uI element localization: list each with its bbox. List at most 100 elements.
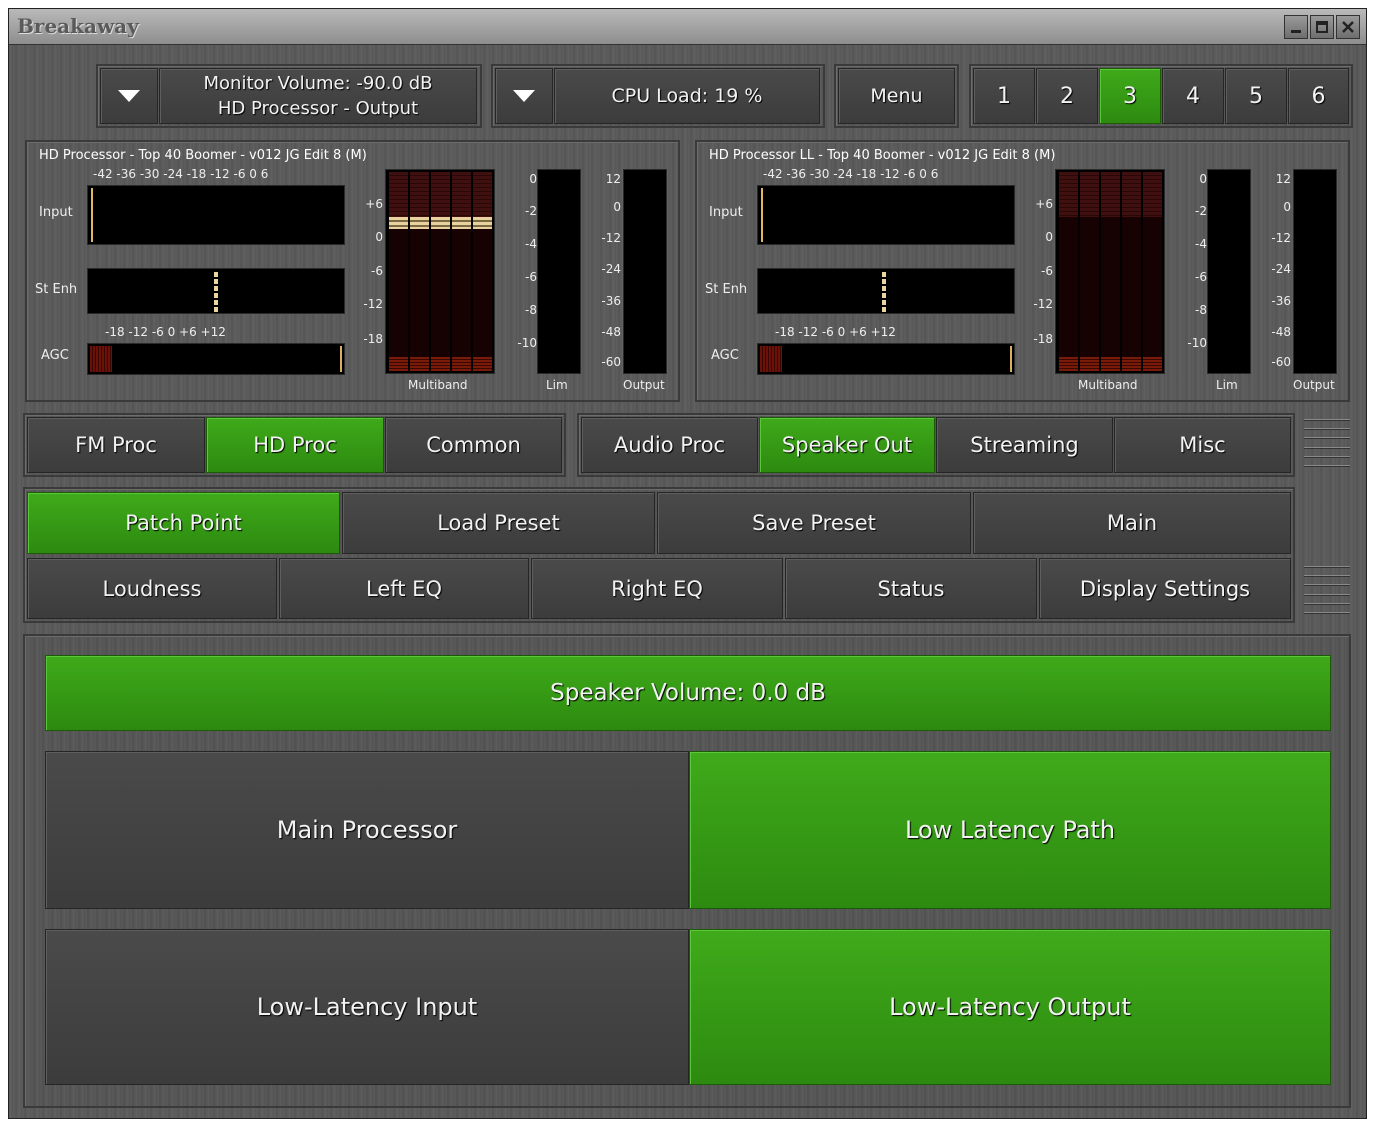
- out-tick: -60: [601, 355, 621, 369]
- speaker-volume-control[interactable]: Speaker Volume: 0.0 dB: [45, 655, 1331, 731]
- output-meter: [623, 169, 667, 374]
- out-tick: -36: [1271, 294, 1291, 308]
- minimize-icon: [1291, 30, 1301, 33]
- monitor-dropdown-button[interactable]: [100, 68, 158, 124]
- menu-button[interactable]: Menu: [838, 68, 955, 124]
- multiband-label: Multiband: [1078, 378, 1138, 392]
- agc-label: AGC: [711, 348, 739, 363]
- tab-streaming[interactable]: Streaming: [936, 417, 1113, 473]
- stenh-label: St Enh: [705, 282, 748, 297]
- limiter-meter: [1207, 169, 1251, 374]
- out-tick: -60: [1271, 355, 1291, 369]
- out-tick: 12: [605, 172, 621, 186]
- tab-common[interactable]: Common: [385, 417, 562, 473]
- output-meter: [1293, 169, 1337, 374]
- preset-button-6[interactable]: 6: [1288, 68, 1349, 124]
- maximize-button[interactable]: [1310, 15, 1334, 39]
- stenh-label: St Enh: [35, 282, 78, 297]
- subtab-load-preset[interactable]: Load Preset: [342, 492, 655, 554]
- monitor-volume-display[interactable]: Monitor Volume: -90.0 dB HD Processor - …: [159, 68, 477, 124]
- close-button[interactable]: [1336, 15, 1360, 39]
- agc-scale: -18 -12 -6 0 +6 +12: [105, 325, 226, 339]
- cpu-dropdown-button[interactable]: [495, 68, 553, 124]
- tab-hd-proc[interactable]: HD Proc: [206, 417, 384, 473]
- minimize-button[interactable]: [1284, 15, 1308, 39]
- multiband-label: Multiband: [408, 378, 468, 392]
- chevron-down-icon: [118, 90, 140, 102]
- out-tick: 0: [613, 200, 621, 214]
- out-tick: 12: [1275, 172, 1291, 186]
- out-tick: -48: [1271, 325, 1291, 339]
- agc-label: AGC: [41, 348, 69, 363]
- out-tick: 0: [1283, 200, 1291, 214]
- mb-tick: -18: [363, 332, 383, 346]
- close-icon: [1342, 21, 1354, 33]
- lim-tick: -2: [525, 204, 537, 218]
- monitor-volume-label: Monitor Volume: -90.0 dB: [203, 73, 433, 94]
- mb-tick: 0: [1045, 230, 1053, 244]
- mb-tick: -12: [1033, 297, 1053, 311]
- subtabs-scroll-grip[interactable]: [1304, 562, 1350, 618]
- tab-speaker-out[interactable]: Speaker Out: [759, 417, 935, 473]
- main-processor-button[interactable]: Main Processor: [45, 751, 689, 909]
- lim-label: Lim: [1216, 378, 1238, 392]
- out-tick: -48: [601, 325, 621, 339]
- mb-tick: 0: [375, 230, 383, 244]
- tab-audio-proc[interactable]: Audio Proc: [581, 417, 758, 473]
- mb-tick: +6: [1035, 197, 1053, 211]
- lim-label: Lim: [546, 378, 568, 392]
- multiband-meter: [1055, 169, 1165, 374]
- lim-tick: -10: [517, 336, 537, 350]
- lim-tick: 0: [1199, 172, 1207, 186]
- output-label: Output: [1293, 378, 1335, 392]
- chevron-down-icon: [513, 90, 535, 102]
- subtab-loudness[interactable]: Loudness: [27, 558, 277, 619]
- agc-scale: -18 -12 -6 0 +6 +12: [775, 325, 896, 339]
- subtab-display-settings[interactable]: Display Settings: [1039, 558, 1291, 619]
- limiter-meter: [537, 169, 581, 374]
- input-meter: [87, 185, 345, 245]
- preset-button-3[interactable]: 3: [1099, 68, 1161, 124]
- window-title: Breakaway: [17, 14, 139, 38]
- app-window: Breakaway Monitor Volume: -90.0 dB HD Pr…: [8, 8, 1367, 1119]
- low-latency-output-button[interactable]: Low-Latency Output: [689, 929, 1331, 1085]
- monitor-source-label: HD Processor - Output: [217, 98, 419, 119]
- agc-meter: [87, 343, 345, 375]
- subtab-save-preset[interactable]: Save Preset: [657, 492, 971, 554]
- tab-fm-proc[interactable]: FM Proc: [27, 417, 205, 473]
- low-latency-path-button[interactable]: Low Latency Path: [689, 751, 1331, 909]
- out-tick: -12: [1271, 231, 1291, 245]
- preset-button-1[interactable]: 1: [973, 68, 1035, 124]
- preset-button-5[interactable]: 5: [1225, 68, 1287, 124]
- preset-button-4[interactable]: 4: [1162, 68, 1224, 124]
- mb-tick: -6: [1041, 264, 1053, 278]
- mb-tick: -6: [371, 264, 383, 278]
- low-latency-input-button[interactable]: Low-Latency Input: [45, 929, 689, 1085]
- maximize-icon: [1316, 21, 1328, 33]
- subtab-left-eq[interactable]: Left EQ: [279, 558, 529, 619]
- multiband-meter: [385, 169, 495, 374]
- lim-tick: -8: [1195, 303, 1207, 317]
- lim-tick: -6: [525, 270, 537, 284]
- subtab-patch-point[interactable]: Patch Point: [27, 492, 340, 554]
- left-meter-panel: HD Processor - Top 40 Boomer - v012 JG E…: [25, 140, 680, 402]
- agc-meter: [757, 343, 1015, 375]
- input-meter: [757, 185, 1015, 245]
- stenh-meter: [757, 268, 1015, 314]
- tab-misc[interactable]: Misc: [1114, 417, 1291, 473]
- subtab-right-eq[interactable]: Right EQ: [531, 558, 783, 619]
- lim-tick: -4: [1195, 237, 1207, 251]
- out-tick: -36: [601, 294, 621, 308]
- preset-button-2[interactable]: 2: [1036, 68, 1098, 124]
- subtab-status[interactable]: Status: [785, 558, 1037, 619]
- input-scale: -42 -36 -30 -24 -18 -12 -6 0 6: [763, 167, 939, 181]
- tabs-scroll-grip[interactable]: [1304, 415, 1350, 471]
- lim-tick: 0: [529, 172, 537, 186]
- subtab-main[interactable]: Main: [973, 492, 1291, 554]
- mb-tick: -12: [363, 297, 383, 311]
- out-tick: -24: [601, 262, 621, 276]
- right-panel-title: HD Processor LL - Top 40 Boomer - v012 J…: [709, 148, 1056, 163]
- output-label: Output: [623, 378, 665, 392]
- title-bar: Breakaway: [9, 9, 1366, 45]
- mb-tick: +6: [365, 197, 383, 211]
